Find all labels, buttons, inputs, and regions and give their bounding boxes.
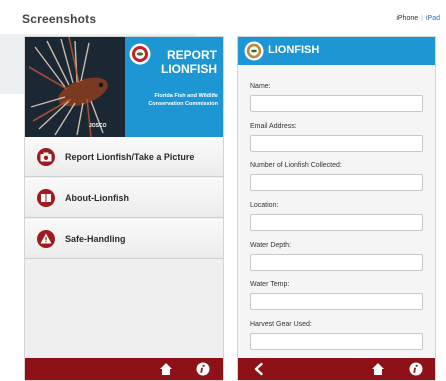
iphone-link[interactable]: iPhone: [396, 15, 418, 22]
lionfish-image: [25, 37, 125, 137]
name-label: Name:: [250, 83, 271, 90]
title-line-1: REPORT: [166, 48, 217, 62]
menu-item-report[interactable]: Report Lionfish/Take a Picture: [25, 137, 223, 177]
fwc-seal-icon: [244, 41, 264, 61]
link-separator: |: [421, 15, 423, 22]
lionfish-photo: JOSCO: [25, 37, 125, 137]
report-lionfish-title: REPORT LIONFISH: [161, 48, 217, 76]
home-icon[interactable]: [159, 362, 173, 376]
home-icon[interactable]: [371, 362, 385, 376]
name-field[interactable]: [250, 95, 423, 112]
section-title: Screenshots: [22, 12, 97, 26]
book-icon: [37, 188, 55, 207]
title-line-2: LIONFISH: [161, 62, 217, 76]
report-form-screenshot: LIONFISH Name: Email Address: Number of …: [237, 36, 436, 381]
device-switcher: iPhone | iPad: [396, 15, 440, 22]
harvest-gear-field[interactable]: [250, 333, 423, 350]
agency-name: Florida Fish and Wildlife Conservation C…: [148, 92, 218, 108]
left-bottom-bar: [25, 358, 223, 380]
location-field[interactable]: [250, 214, 423, 231]
water-temp-field[interactable]: [250, 293, 423, 310]
menu-item-label: Safe-Handling: [65, 233, 126, 244]
form-title: LIONFISH: [268, 44, 320, 56]
photo-credit: JOSCO: [89, 123, 107, 129]
water-temp-label: Water Temp:: [250, 281, 290, 288]
email-field[interactable]: [250, 135, 423, 152]
right-bottom-bar: [238, 358, 435, 380]
menu-item-label: Report Lionfish/Take a Picture: [65, 151, 195, 162]
lionfish-count-label: Number of Lionfish Collected:: [250, 162, 342, 169]
form-header: LIONFISH: [238, 37, 435, 65]
lionfish-count-field[interactable]: [250, 174, 423, 191]
warning-icon: [37, 229, 55, 248]
back-icon[interactable]: [252, 362, 266, 376]
info-icon[interactable]: [409, 362, 423, 376]
agency-line-1: Florida Fish and Wildlife: [154, 93, 218, 99]
fwc-seal-icon: [129, 43, 151, 65]
water-depth-field[interactable]: [250, 254, 423, 271]
water-depth-label: Water Depth:: [250, 242, 291, 249]
location-label: Location:: [250, 202, 279, 209]
ipad-link[interactable]: iPad: [426, 15, 440, 22]
email-label: Email Address:: [250, 123, 297, 130]
harvest-gear-label: Harvest Gear Used:: [250, 321, 312, 328]
menu-item-safe-handling[interactable]: Safe-Handling: [25, 219, 223, 259]
menu-item-about[interactable]: About-Lionfish: [25, 178, 223, 218]
menu-item-label: About-Lionfish: [65, 192, 129, 203]
agency-line-2: Conservation Commission: [148, 101, 218, 107]
app-banner: JOSCO REPORT LIONFISH Florida Fish and W…: [25, 37, 223, 137]
camera-icon: [37, 147, 55, 166]
info-icon[interactable]: [196, 362, 210, 376]
home-screenshot: JOSCO REPORT LIONFISH Florida Fish and W…: [24, 36, 224, 381]
